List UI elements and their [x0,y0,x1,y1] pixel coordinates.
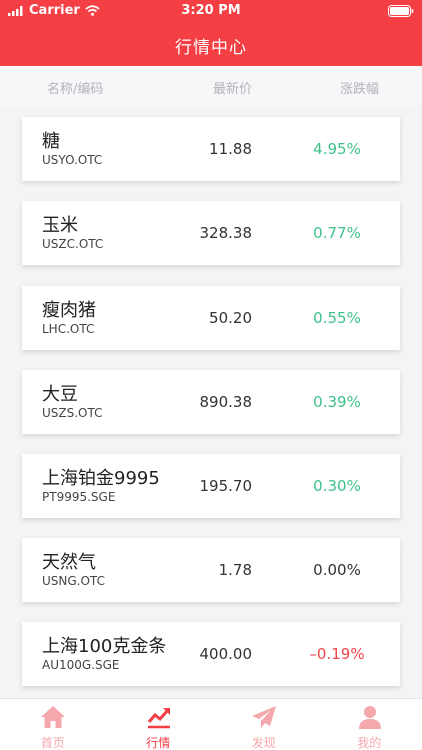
quote-change: 0.39% [313,393,361,411]
quote-code: USZC.OTC [42,237,104,251]
quote-price: 11.88 [209,140,252,158]
quote-change: 0.77% [313,224,361,242]
column-headers: 名称/编码 最新价 涨跌幅 [0,66,422,106]
battery-icon [388,5,414,21]
quote-code: PT9995.SGE [42,490,116,504]
user-icon [358,706,381,729]
quote-price: 1.78 [218,561,252,579]
quote-name: 上海铂金9995 [42,468,160,489]
chart-icon [147,708,170,729]
quote-change: 0.30% [313,477,361,495]
tab-market[interactable]: 行情 [106,699,212,750]
tab-discover[interactable]: 发现 [211,699,317,750]
quote-name: 糖 [42,131,60,152]
tab-label: 首页 [40,736,65,750]
quote-change: 4.95% [313,140,361,158]
tab-profile[interactable]: 我的 [317,699,422,750]
quote-price: 328.38 [199,224,253,242]
quote-name: 天然气 [42,552,96,573]
quote-name: 大豆 [42,384,78,405]
quote-price: 400.00 [199,645,253,663]
quote-price: 890.38 [199,393,253,411]
quote-code: AU100G.SGE [42,658,120,672]
tab-label: 我的 [357,736,382,750]
tab-bar: 首页 行情 发现 我的 [0,698,422,750]
quote-price: 50.20 [209,309,252,327]
quote-name: 上海100克金条 [42,636,167,657]
column-header-change: 涨跌幅 [340,82,380,97]
tab-label: 行情 [146,736,171,750]
quote-name: 瘦肉猪 [42,300,96,321]
quote-price: 195.70 [199,477,253,495]
tab-home[interactable]: 首页 [0,699,106,750]
quote-code: LHC.OTC [42,322,95,336]
quote-row[interactable]: 玉米 USZC.OTC 328.38 0.77% [22,201,400,265]
quote-row[interactable]: 天然气 USNG.OTC 1.78 0.00% [22,538,400,602]
quote-row[interactable]: 糖 USYO.OTC 11.88 4.95% [22,117,400,181]
status-time: 3:20 PM [181,3,241,18]
column-header-price: 最新价 [213,82,253,97]
page-title: 行情中心 [175,38,247,58]
send-icon [252,706,276,728]
column-header-name: 名称/编码 [47,82,104,97]
quote-code: USNG.OTC [42,574,105,588]
home-icon [41,706,65,728]
status-bar: Carrier 3:20 PM [0,0,422,22]
quote-row[interactable]: 上海100克金条 AU100G.SGE 400.00 –0.19% [22,622,400,686]
quote-change: –0.19% [309,645,365,663]
tab-label: 发现 [251,736,276,750]
quote-row[interactable]: 上海铂金9995 PT9995.SGE 195.70 0.30% [22,454,400,518]
quote-change: 0.55% [313,309,361,327]
quote-name: 玉米 [42,215,78,236]
quote-code: USYO.OTC [42,153,103,167]
app-header: Carrier 3:20 PM 行情中心 [0,0,422,66]
quote-row[interactable]: 大豆 USZS.OTC 890.38 0.39% [22,370,400,434]
quote-change: 0.00% [313,561,361,579]
quote-code: USZS.OTC [42,406,103,420]
quote-row[interactable]: 瘦肉猪 LHC.OTC 50.20 0.55% [22,286,400,350]
